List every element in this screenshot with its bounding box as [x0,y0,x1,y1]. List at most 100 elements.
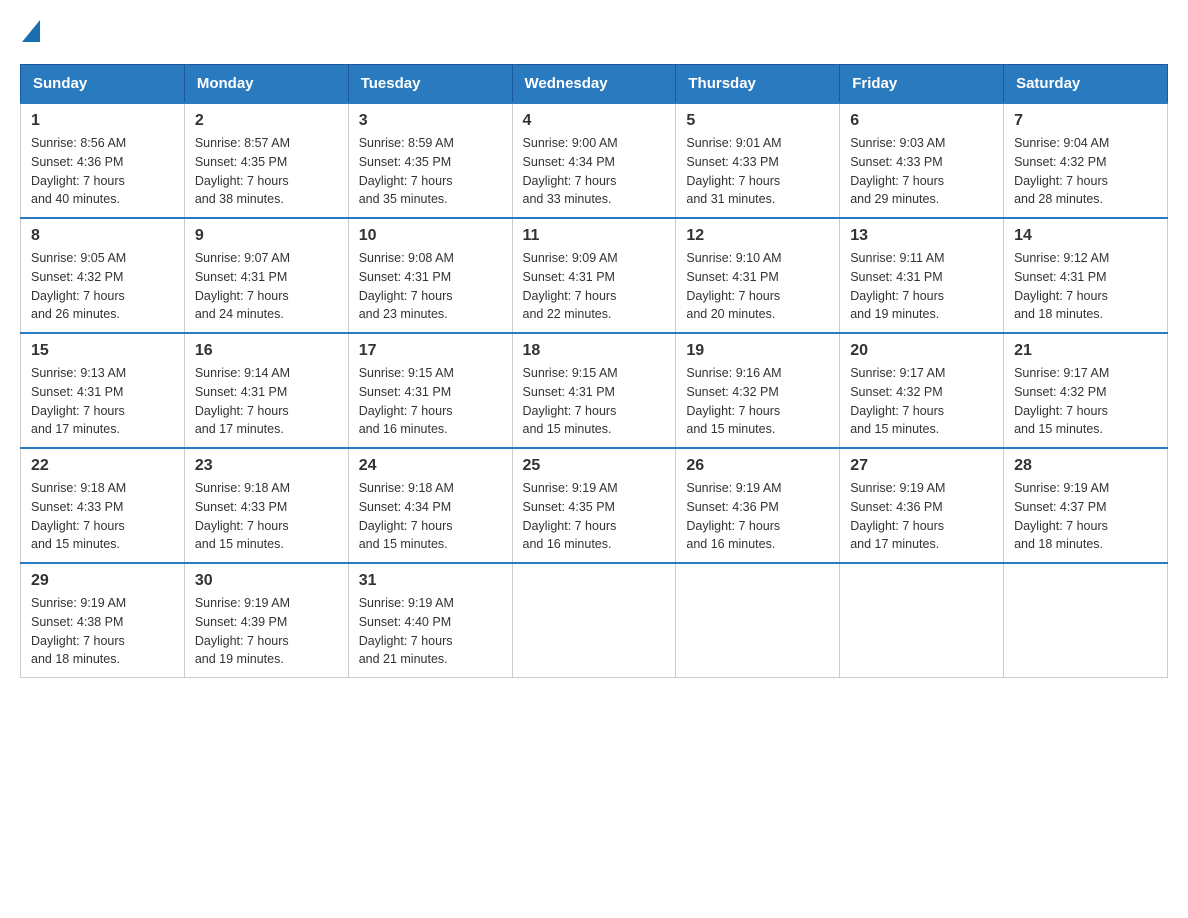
calendar-day-cell: 6 Sunrise: 9:03 AM Sunset: 4:33 PM Dayli… [840,103,1004,218]
day-header-thursday: Thursday [676,65,840,104]
calendar-header-row: SundayMondayTuesdayWednesdayThursdayFrid… [21,65,1168,104]
day-info: Sunrise: 9:15 AM Sunset: 4:31 PM Dayligh… [359,364,502,439]
calendar-table: SundayMondayTuesdayWednesdayThursdayFrid… [20,64,1168,678]
day-info: Sunrise: 9:18 AM Sunset: 4:34 PM Dayligh… [359,479,502,554]
calendar-day-cell: 10 Sunrise: 9:08 AM Sunset: 4:31 PM Dayl… [348,218,512,333]
day-info: Sunrise: 9:19 AM Sunset: 4:39 PM Dayligh… [195,594,338,669]
calendar-week-row: 22 Sunrise: 9:18 AM Sunset: 4:33 PM Dayl… [21,448,1168,563]
calendar-day-cell: 31 Sunrise: 9:19 AM Sunset: 4:40 PM Dayl… [348,563,512,678]
day-info: Sunrise: 9:18 AM Sunset: 4:33 PM Dayligh… [31,479,174,554]
day-number: 16 [195,342,338,360]
day-info: Sunrise: 9:19 AM Sunset: 4:36 PM Dayligh… [686,479,829,554]
day-info: Sunrise: 9:08 AM Sunset: 4:31 PM Dayligh… [359,249,502,324]
day-number: 15 [31,342,174,360]
calendar-day-cell: 14 Sunrise: 9:12 AM Sunset: 4:31 PM Dayl… [1004,218,1168,333]
calendar-day-cell: 29 Sunrise: 9:19 AM Sunset: 4:38 PM Dayl… [21,563,185,678]
day-number: 28 [1014,457,1157,475]
day-number: 1 [31,112,174,130]
page-header [20,20,1168,44]
day-number: 17 [359,342,502,360]
day-info: Sunrise: 9:05 AM Sunset: 4:32 PM Dayligh… [31,249,174,324]
calendar-day-cell: 17 Sunrise: 9:15 AM Sunset: 4:31 PM Dayl… [348,333,512,448]
day-info: Sunrise: 9:16 AM Sunset: 4:32 PM Dayligh… [686,364,829,439]
day-header-wednesday: Wednesday [512,65,676,104]
day-info: Sunrise: 9:18 AM Sunset: 4:33 PM Dayligh… [195,479,338,554]
calendar-day-cell: 13 Sunrise: 9:11 AM Sunset: 4:31 PM Dayl… [840,218,1004,333]
day-info: Sunrise: 9:19 AM Sunset: 4:38 PM Dayligh… [31,594,174,669]
day-info: Sunrise: 9:10 AM Sunset: 4:31 PM Dayligh… [686,249,829,324]
day-number: 14 [1014,227,1157,245]
day-number: 10 [359,227,502,245]
day-info: Sunrise: 9:19 AM Sunset: 4:36 PM Dayligh… [850,479,993,554]
day-number: 22 [31,457,174,475]
day-number: 21 [1014,342,1157,360]
calendar-day-cell: 5 Sunrise: 9:01 AM Sunset: 4:33 PM Dayli… [676,103,840,218]
day-header-saturday: Saturday [1004,65,1168,104]
day-number: 20 [850,342,993,360]
day-number: 26 [686,457,829,475]
calendar-day-cell: 18 Sunrise: 9:15 AM Sunset: 4:31 PM Dayl… [512,333,676,448]
day-info: Sunrise: 8:56 AM Sunset: 4:36 PM Dayligh… [31,134,174,209]
calendar-day-cell: 12 Sunrise: 9:10 AM Sunset: 4:31 PM Dayl… [676,218,840,333]
calendar-day-cell: 30 Sunrise: 9:19 AM Sunset: 4:39 PM Dayl… [184,563,348,678]
calendar-day-cell: 24 Sunrise: 9:18 AM Sunset: 4:34 PM Dayl… [348,448,512,563]
calendar-week-row: 15 Sunrise: 9:13 AM Sunset: 4:31 PM Dayl… [21,333,1168,448]
calendar-day-cell: 8 Sunrise: 9:05 AM Sunset: 4:32 PM Dayli… [21,218,185,333]
day-header-tuesday: Tuesday [348,65,512,104]
day-number: 13 [850,227,993,245]
day-number: 8 [31,227,174,245]
calendar-day-cell: 9 Sunrise: 9:07 AM Sunset: 4:31 PM Dayli… [184,218,348,333]
day-info: Sunrise: 8:59 AM Sunset: 4:35 PM Dayligh… [359,134,502,209]
day-number: 24 [359,457,502,475]
day-number: 12 [686,227,829,245]
day-number: 19 [686,342,829,360]
day-info: Sunrise: 9:07 AM Sunset: 4:31 PM Dayligh… [195,249,338,324]
day-info: Sunrise: 9:19 AM Sunset: 4:40 PM Dayligh… [359,594,502,669]
day-info: Sunrise: 9:17 AM Sunset: 4:32 PM Dayligh… [1014,364,1157,439]
calendar-week-row: 8 Sunrise: 9:05 AM Sunset: 4:32 PM Dayli… [21,218,1168,333]
day-info: Sunrise: 9:15 AM Sunset: 4:31 PM Dayligh… [523,364,666,439]
calendar-day-cell: 1 Sunrise: 8:56 AM Sunset: 4:36 PM Dayli… [21,103,185,218]
calendar-day-cell: 4 Sunrise: 9:00 AM Sunset: 4:34 PM Dayli… [512,103,676,218]
day-info: Sunrise: 9:03 AM Sunset: 4:33 PM Dayligh… [850,134,993,209]
logo-triangle-icon [22,20,40,42]
calendar-day-cell: 27 Sunrise: 9:19 AM Sunset: 4:36 PM Dayl… [840,448,1004,563]
day-number: 11 [523,227,666,245]
day-header-friday: Friday [840,65,1004,104]
day-info: Sunrise: 9:00 AM Sunset: 4:34 PM Dayligh… [523,134,666,209]
day-info: Sunrise: 8:57 AM Sunset: 4:35 PM Dayligh… [195,134,338,209]
day-number: 23 [195,457,338,475]
calendar-day-cell [676,563,840,678]
day-number: 4 [523,112,666,130]
logo [20,20,40,44]
calendar-day-cell: 16 Sunrise: 9:14 AM Sunset: 4:31 PM Dayl… [184,333,348,448]
calendar-day-cell: 25 Sunrise: 9:19 AM Sunset: 4:35 PM Dayl… [512,448,676,563]
day-number: 30 [195,572,338,590]
day-number: 27 [850,457,993,475]
day-info: Sunrise: 9:09 AM Sunset: 4:31 PM Dayligh… [523,249,666,324]
calendar-day-cell: 2 Sunrise: 8:57 AM Sunset: 4:35 PM Dayli… [184,103,348,218]
calendar-day-cell: 19 Sunrise: 9:16 AM Sunset: 4:32 PM Dayl… [676,333,840,448]
day-number: 5 [686,112,829,130]
calendar-week-row: 1 Sunrise: 8:56 AM Sunset: 4:36 PM Dayli… [21,103,1168,218]
day-number: 9 [195,227,338,245]
day-header-monday: Monday [184,65,348,104]
calendar-day-cell: 21 Sunrise: 9:17 AM Sunset: 4:32 PM Dayl… [1004,333,1168,448]
day-number: 7 [1014,112,1157,130]
calendar-day-cell: 15 Sunrise: 9:13 AM Sunset: 4:31 PM Dayl… [21,333,185,448]
calendar-day-cell: 28 Sunrise: 9:19 AM Sunset: 4:37 PM Dayl… [1004,448,1168,563]
day-info: Sunrise: 9:13 AM Sunset: 4:31 PM Dayligh… [31,364,174,439]
day-info: Sunrise: 9:04 AM Sunset: 4:32 PM Dayligh… [1014,134,1157,209]
calendar-day-cell [840,563,1004,678]
day-number: 25 [523,457,666,475]
calendar-day-cell: 26 Sunrise: 9:19 AM Sunset: 4:36 PM Dayl… [676,448,840,563]
calendar-day-cell: 11 Sunrise: 9:09 AM Sunset: 4:31 PM Dayl… [512,218,676,333]
day-number: 6 [850,112,993,130]
calendar-week-row: 29 Sunrise: 9:19 AM Sunset: 4:38 PM Dayl… [21,563,1168,678]
day-header-sunday: Sunday [21,65,185,104]
day-info: Sunrise: 9:14 AM Sunset: 4:31 PM Dayligh… [195,364,338,439]
day-number: 3 [359,112,502,130]
day-info: Sunrise: 9:12 AM Sunset: 4:31 PM Dayligh… [1014,249,1157,324]
day-info: Sunrise: 9:17 AM Sunset: 4:32 PM Dayligh… [850,364,993,439]
day-info: Sunrise: 9:11 AM Sunset: 4:31 PM Dayligh… [850,249,993,324]
